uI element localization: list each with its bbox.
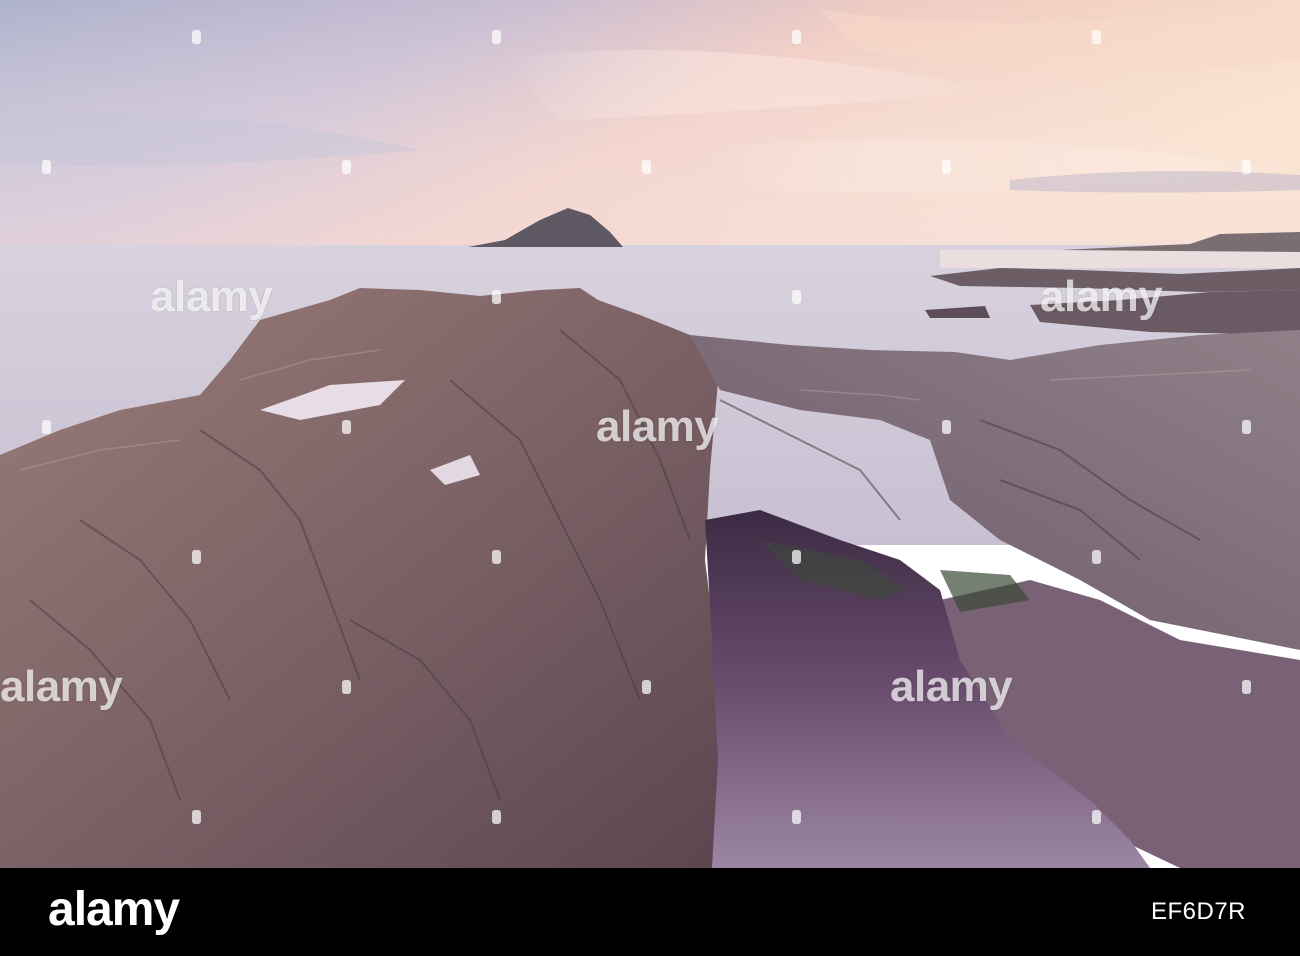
- watermark-mark: [1092, 550, 1101, 564]
- watermark-mark: [342, 680, 351, 694]
- watermark-mark: [1242, 160, 1251, 174]
- watermark-mark: [942, 420, 951, 434]
- watermark-mark: [342, 420, 351, 434]
- watermark-text: alamy: [596, 402, 719, 451]
- alamy-logo: alamy: [48, 883, 180, 936]
- watermark-mark: [342, 160, 351, 174]
- watermark-mark: [642, 160, 651, 174]
- footer-bar: alamy EF6D7R: [0, 868, 1300, 956]
- watermark-mark: [1092, 30, 1101, 44]
- watermark-mark: [1242, 680, 1251, 694]
- watermark-text: alamy: [0, 662, 123, 711]
- watermark-mark: [192, 810, 201, 824]
- watermark-mark: [642, 680, 651, 694]
- watermark-mark: [492, 30, 501, 44]
- watermark-mark: [192, 30, 201, 44]
- image-id: EF6D7R: [1150, 898, 1246, 925]
- watermark-text: alamy: [890, 662, 1013, 711]
- watermark-text: alamy: [1040, 272, 1163, 321]
- watermark-mark: [792, 290, 801, 304]
- watermark-mark: [492, 550, 501, 564]
- watermark-mark: [792, 810, 801, 824]
- watermark-text: alamy: [150, 272, 273, 321]
- watermark-mark: [492, 290, 501, 304]
- watermark-mark: [792, 30, 801, 44]
- watermark-mark: [42, 160, 51, 174]
- watermark-mark: [942, 160, 951, 174]
- watermark-mark: [42, 420, 51, 434]
- watermark-mark: [1242, 420, 1251, 434]
- watermark-mark: [1092, 810, 1101, 824]
- watermark-mark: [792, 550, 801, 564]
- watermark-mark: [492, 810, 501, 824]
- watermark-mark: [192, 550, 201, 564]
